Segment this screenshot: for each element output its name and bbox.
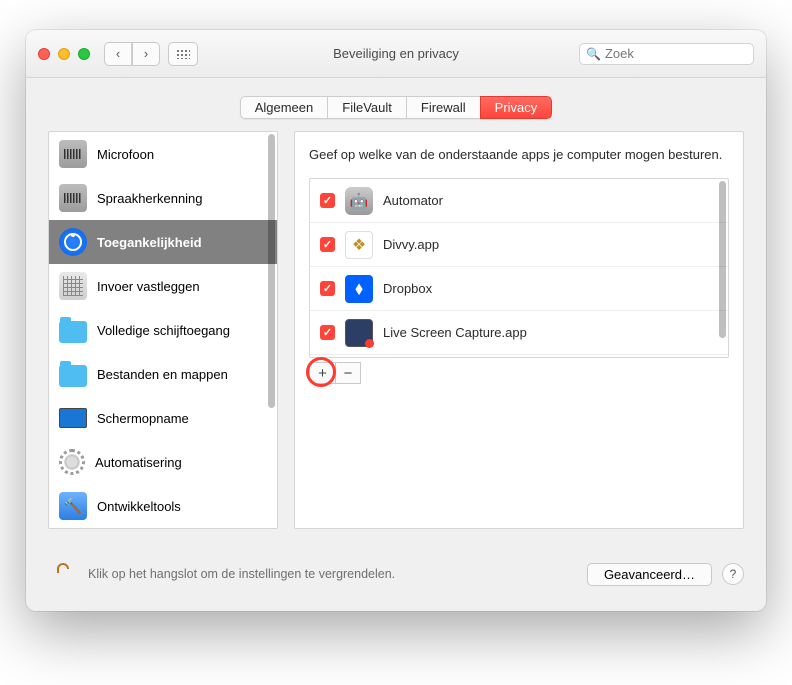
folder-icon bbox=[59, 321, 87, 343]
sidebar-item-label: Ontwikkeltools bbox=[97, 499, 181, 514]
checkbox[interactable]: ✓ bbox=[320, 237, 335, 252]
speech-icon bbox=[59, 184, 87, 212]
sidebar-item-label: Toegankelijkheid bbox=[97, 235, 202, 250]
app-name-label: Divvy.app bbox=[383, 237, 439, 252]
sidebar-item-developer-tools[interactable]: Ontwikkeltools bbox=[49, 484, 277, 528]
allowed-apps-list: ✓ Automator ✓ Divvy.app ✓ Dropbox ✓ bbox=[309, 178, 729, 358]
pane-description: Geef op welke van de onderstaande apps j… bbox=[309, 146, 729, 164]
sidebar-item-screen-recording[interactable]: Schermopname bbox=[49, 396, 277, 440]
tab-general[interactable]: Algemeen bbox=[240, 96, 328, 119]
tab-filevault[interactable]: FileVault bbox=[327, 96, 406, 119]
lock-open-icon bbox=[50, 561, 76, 587]
zoom-icon[interactable] bbox=[78, 48, 90, 60]
advanced-button[interactable]: Geavanceerd… bbox=[587, 563, 712, 586]
sidebar-item-label: Bestanden en mappen bbox=[97, 367, 228, 382]
app-name-label: Live Screen Capture.app bbox=[383, 325, 527, 340]
sidebar-item-files-folders[interactable]: Bestanden en mappen bbox=[49, 352, 277, 396]
nav-buttons: ‹ › bbox=[104, 42, 160, 66]
list-scrollbar[interactable] bbox=[719, 181, 726, 355]
titlebar: ‹ › Beveiliging en privacy 🔍 bbox=[26, 30, 766, 78]
sidebar-item-label: Volledige schijftoegang bbox=[97, 323, 230, 338]
app-name-label: Dropbox bbox=[383, 281, 432, 296]
app-icon-divvy bbox=[345, 231, 373, 259]
add-button[interactable]: + bbox=[309, 362, 335, 384]
scrollbar-thumb[interactable] bbox=[268, 134, 275, 408]
content-area: Microfoon Spraakherkenning Toegankelijkh… bbox=[26, 131, 766, 547]
sidebar-item-label: Microfoon bbox=[97, 147, 154, 162]
search-icon: 🔍 bbox=[586, 47, 601, 61]
show-all-button[interactable] bbox=[168, 42, 198, 66]
sidebar-item-full-disk[interactable]: Volledige schijftoegang bbox=[49, 308, 277, 352]
app-icon-automator bbox=[345, 187, 373, 215]
footer: Klik op het hangslot om de instellingen … bbox=[26, 547, 766, 611]
sidebar-item-label: Automatisering bbox=[95, 455, 182, 470]
grid-icon bbox=[176, 49, 190, 59]
sidebar-scrollbar[interactable] bbox=[268, 134, 275, 526]
list-item[interactable]: ✓ Divvy.app bbox=[310, 223, 728, 267]
lock-button[interactable] bbox=[48, 559, 78, 589]
sidebar-item-input-monitoring[interactable]: Invoer vastleggen bbox=[49, 264, 277, 308]
lock-text: Klik op het hangslot om de instellingen … bbox=[88, 567, 395, 581]
checkbox[interactable]: ✓ bbox=[320, 325, 335, 340]
preferences-window: ‹ › Beveiliging en privacy 🔍 Algemeen Fi… bbox=[26, 30, 766, 611]
sidebar-item-label: Spraakherkenning bbox=[97, 191, 203, 206]
minimize-icon[interactable] bbox=[58, 48, 70, 60]
gear-icon bbox=[59, 449, 85, 475]
sidebar-item-microphone[interactable]: Microfoon bbox=[49, 132, 277, 176]
keyboard-icon bbox=[59, 272, 87, 300]
microphone-icon bbox=[59, 140, 87, 168]
search-input[interactable] bbox=[605, 46, 766, 61]
privacy-sidebar: Microfoon Spraakherkenning Toegankelijkh… bbox=[48, 131, 278, 529]
search-field[interactable]: 🔍 bbox=[579, 43, 754, 65]
checkbox[interactable]: ✓ bbox=[320, 193, 335, 208]
monitor-icon bbox=[59, 408, 87, 428]
list-item[interactable]: ✓ Live Screen Capture.app bbox=[310, 311, 728, 355]
back-button[interactable]: ‹ bbox=[104, 42, 132, 66]
detail-pane: Geef op welke van de onderstaande apps j… bbox=[294, 131, 744, 529]
sidebar-item-automation[interactable]: Automatisering bbox=[49, 440, 277, 484]
tab-firewall[interactable]: Firewall bbox=[406, 96, 480, 119]
remove-button[interactable]: − bbox=[335, 362, 361, 384]
sidebar-item-label: Invoer vastleggen bbox=[97, 279, 200, 294]
add-remove-controls: + − bbox=[309, 362, 729, 384]
sidebar-item-label: Schermopname bbox=[97, 411, 189, 426]
hammer-icon bbox=[59, 492, 87, 520]
app-icon-live-screen-capture bbox=[345, 319, 373, 347]
traffic-lights bbox=[38, 48, 90, 60]
scrollbar-thumb[interactable] bbox=[719, 181, 726, 338]
app-icon-dropbox bbox=[345, 275, 373, 303]
close-icon[interactable] bbox=[38, 48, 50, 60]
app-name-label: Automator bbox=[383, 193, 443, 208]
tab-privacy[interactable]: Privacy bbox=[480, 96, 553, 119]
folder-icon bbox=[59, 365, 87, 387]
list-item[interactable]: ✓ Dropbox bbox=[310, 267, 728, 311]
sidebar-item-speech[interactable]: Spraakherkenning bbox=[49, 176, 277, 220]
tab-bar: Algemeen FileVault Firewall Privacy bbox=[26, 78, 766, 131]
accessibility-icon bbox=[59, 228, 87, 256]
sidebar-item-accessibility[interactable]: Toegankelijkheid bbox=[49, 220, 277, 264]
checkbox[interactable]: ✓ bbox=[320, 281, 335, 296]
forward-button[interactable]: › bbox=[132, 42, 160, 66]
help-button[interactable]: ? bbox=[722, 563, 744, 585]
list-item[interactable]: ✓ Automator bbox=[310, 179, 728, 223]
